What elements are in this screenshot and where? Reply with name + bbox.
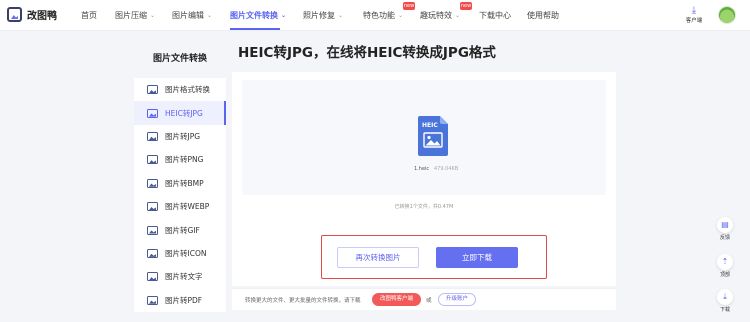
image-icon bbox=[147, 272, 158, 282]
file-type-label: HEIC bbox=[422, 122, 438, 129]
nav-item-convert[interactable]: 图片文件转换 ⌄ bbox=[230, 10, 286, 21]
download-client-button[interactable]: 改图鸭客户端 bbox=[372, 293, 421, 306]
file-preview-area: HEIC 1.heic 479.04KB bbox=[242, 80, 606, 195]
sidebar-item-to-jpg[interactable]: 图片转JPG bbox=[134, 125, 226, 148]
nav-item-repair[interactable]: 照片修复 ⌄ bbox=[303, 10, 343, 21]
footer-or-text: 或 bbox=[426, 298, 432, 304]
image-icon bbox=[147, 155, 158, 165]
sidebar-item-to-png[interactable]: 图片转PNG bbox=[134, 148, 226, 171]
upgrade-account-button[interactable]: 升级账户 bbox=[438, 293, 476, 306]
chevron-down-icon: ⌄ bbox=[398, 12, 404, 19]
chevron-down-icon: ⌄ bbox=[150, 12, 156, 19]
file-name: 1.heic bbox=[414, 166, 430, 172]
image-icon bbox=[147, 225, 158, 235]
file-size: 479.04KB bbox=[434, 166, 459, 172]
feedback-label: 反馈 bbox=[719, 235, 730, 241]
chevron-down-icon: ⌄ bbox=[207, 12, 213, 19]
chevron-down-icon: ⌄ bbox=[455, 12, 461, 19]
image-icon bbox=[147, 178, 158, 188]
image-icon bbox=[147, 202, 158, 212]
nav-item-edit[interactable]: 图片编辑 ⌄ bbox=[172, 10, 212, 21]
download-now-button[interactable]: 立即下载 bbox=[436, 247, 518, 268]
feedback-icon: ▤ bbox=[717, 217, 733, 233]
back-to-top-icon: ⇡ bbox=[717, 254, 733, 270]
page-title: HEIC转JPG，在线将HEIC转换成JPG格式 bbox=[238, 45, 496, 61]
download-icon: ⤓ bbox=[717, 289, 733, 305]
image-icon bbox=[147, 131, 158, 141]
footer-note: 转换更大的文件、更大批量的文件转换，请下载 bbox=[245, 298, 361, 304]
nav-item-features[interactable]: 特色功能 ⌄ bbox=[363, 10, 403, 21]
chevron-down-icon: ⌄ bbox=[338, 12, 344, 19]
new-badge: new bbox=[460, 2, 472, 10]
sidebar: 图片文件转换 图片格式转换 HEIC转JPG 图片转JPG 图片转PNG 图片转… bbox=[134, 40, 226, 312]
converter-panel: HEIC 1.heic 479.04KB 已转换1个文件，共0.47M 再次转换… bbox=[232, 72, 616, 286]
image-icon bbox=[147, 85, 158, 95]
sidebar-list: 图片格式转换 HEIC转JPG 图片转JPG 图片转PNG 图片转BMP 图片转… bbox=[134, 78, 226, 312]
image-icon bbox=[147, 248, 158, 258]
heic-file-icon: HEIC bbox=[418, 116, 448, 156]
back-to-top-label: 顶部 bbox=[719, 272, 730, 278]
logo-icon bbox=[7, 7, 22, 22]
sidebar-title: 图片文件转换 bbox=[152, 54, 207, 64]
convert-status: 已转换1个文件，共0.47M bbox=[394, 204, 454, 210]
chevron-down-icon: ⌄ bbox=[281, 12, 287, 19]
client-label: 客户端 bbox=[685, 18, 703, 24]
nav-item-home[interactable]: 首页 bbox=[81, 10, 97, 21]
sidebar-item-to-icon[interactable]: 图片转ICON bbox=[134, 242, 226, 265]
download-icon: ⤓ bbox=[691, 5, 697, 16]
image-icon bbox=[147, 295, 158, 305]
top-nav: 改图鸭 首页 图片压缩 ⌄ 图片编辑 ⌄ 图片文件转换 ⌄ 照片修复 ⌄ 特色功能 ⌄ n… bbox=[0, 0, 750, 31]
nav-active-indicator bbox=[230, 28, 280, 30]
side-download-button[interactable]: ⤓ 下载 bbox=[713, 289, 737, 313]
client-download-button[interactable]: ⤓ 客户端 bbox=[682, 5, 706, 24]
brand-name: 改图鸭 bbox=[27, 11, 57, 22]
convert-again-button[interactable]: 再次转换图片 bbox=[337, 247, 419, 268]
side-download-label: 下载 bbox=[719, 307, 730, 313]
back-to-top-button[interactable]: ⇡ 顶部 bbox=[713, 254, 737, 278]
footer-bar: 转换更大的文件、更大批量的文件转换，请下载 改图鸭客户端 或 升级账户 bbox=[232, 288, 616, 310]
nav-item-download-center[interactable]: 下载中心 bbox=[479, 10, 511, 21]
new-badge: new bbox=[403, 2, 415, 10]
feedback-button[interactable]: ▤ 反馈 bbox=[713, 217, 737, 241]
nav-item-fun-effects[interactable]: 趣玩特效 ⌄ bbox=[420, 10, 460, 21]
sidebar-item-to-pdf[interactable]: 图片转PDF bbox=[134, 289, 226, 312]
sidebar-item-to-webp[interactable]: 图片转WEBP bbox=[134, 195, 226, 218]
nav-item-help[interactable]: 使用帮助 bbox=[527, 10, 559, 21]
avatar[interactable] bbox=[718, 6, 736, 24]
sidebar-item-format-convert[interactable]: 图片格式转换 bbox=[134, 78, 226, 101]
nav-item-compress[interactable]: 图片压缩 ⌄ bbox=[115, 10, 155, 21]
logo[interactable]: 改图鸭 bbox=[7, 7, 57, 22]
sidebar-item-to-bmp[interactable]: 图片转BMP bbox=[134, 172, 226, 195]
sidebar-item-heic-to-jpg[interactable]: HEIC转JPG bbox=[134, 101, 226, 126]
sidebar-item-to-text[interactable]: 图片转文字 bbox=[134, 265, 226, 288]
image-icon bbox=[147, 108, 158, 118]
sidebar-item-to-gif[interactable]: 图片转GIF bbox=[134, 218, 226, 241]
